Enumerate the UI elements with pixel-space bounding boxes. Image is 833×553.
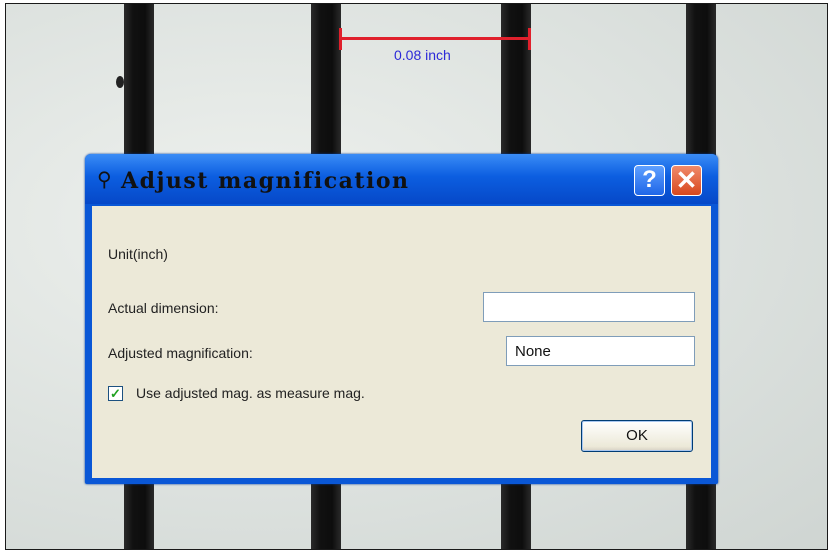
adjusted-magnification-label: Adjusted magnification: xyxy=(108,345,253,361)
measurement-end-cap[interactable] xyxy=(528,28,531,50)
unit-label: Unit(inch) xyxy=(108,246,168,262)
dialog-body: Unit(inch) Actual dimension: Adjusted ma… xyxy=(92,206,711,478)
measurement-start-cap[interactable] xyxy=(339,28,342,50)
measurement-line[interactable] xyxy=(339,37,531,40)
dialog-titlebar[interactable]: ⚲ Adjust magnification ? ✕ xyxy=(85,154,718,204)
microscope-icon: ⚲ xyxy=(97,169,112,191)
actual-dimension-label: Actual dimension: xyxy=(108,300,219,316)
adjust-magnification-dialog: ⚲ Adjust magnification ? ✕ Unit(inch) Ac… xyxy=(85,154,718,484)
ok-button[interactable]: OK xyxy=(581,420,693,452)
actual-dimension-input[interactable] xyxy=(483,292,695,322)
close-button[interactable]: ✕ xyxy=(671,165,702,196)
use-adjusted-mag-label[interactable]: Use adjusted mag. as measure mag. xyxy=(136,385,365,401)
measurement-label: 0.08 inch xyxy=(394,47,451,63)
help-button[interactable]: ? xyxy=(634,165,665,196)
debris-speck xyxy=(116,76,124,88)
use-adjusted-mag-checkbox[interactable]: ✓ xyxy=(108,386,123,401)
adjusted-magnification-field[interactable]: None xyxy=(506,336,695,366)
dialog-title: Adjust magnification xyxy=(121,168,410,194)
